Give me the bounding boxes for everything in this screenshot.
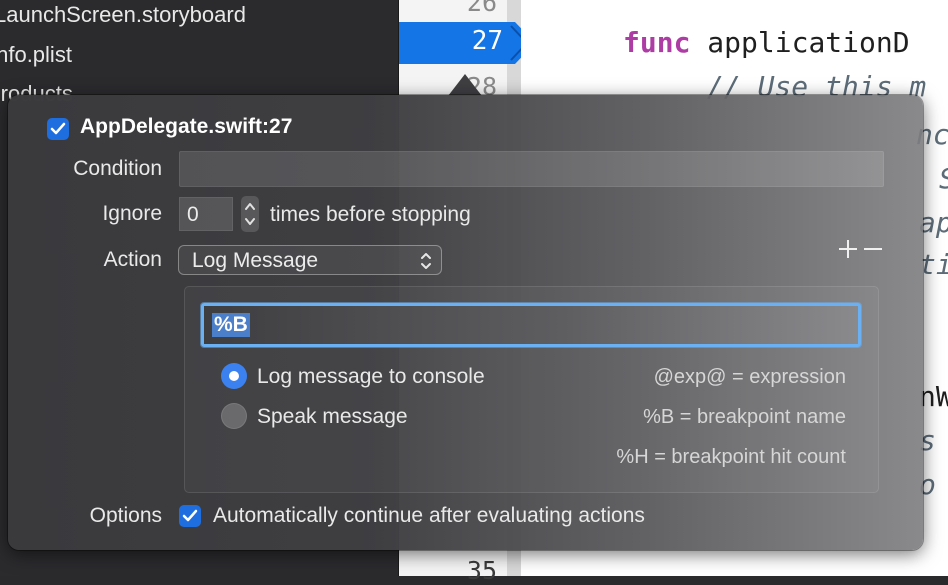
popover-arrow [448, 74, 482, 96]
log-to-console-radio[interactable] [221, 363, 247, 389]
auto-continue-checkbox[interactable] [179, 505, 201, 527]
log-to-console-label[interactable]: Log message to console [257, 365, 485, 389]
code-fragment: ap [919, 206, 948, 239]
radio-selected-dot [229, 371, 239, 381]
code-keyword: func [623, 26, 691, 59]
action-label: Action [103, 248, 162, 271]
breakpoint-title: AppDelegate.swift:27 [80, 115, 293, 138]
line-number: 35 [466, 556, 497, 585]
ignore-count-input[interactable]: 0 [179, 197, 233, 231]
ignore-label: Ignore [102, 202, 162, 225]
minus-icon[interactable] [861, 237, 885, 261]
code-fragment: S [939, 162, 948, 195]
hint-expression: @exp@ = expression [653, 366, 846, 388]
navigator-item-launchscreen[interactable]: LaunchScreen.storyboard [0, 2, 246, 28]
auto-continue-label[interactable]: Automatically continue after evaluating … [213, 504, 645, 528]
ignore-suffix-label: times before stopping [270, 203, 471, 226]
log-message-input[interactable]: %B [201, 303, 861, 347]
speak-message-label[interactable]: Speak message [257, 405, 408, 429]
hint-breakpoint-name: %B = breakpoint name [643, 406, 846, 428]
code-fragment: ti [919, 248, 948, 281]
code-function-name: applicationD [690, 26, 910, 59]
hint-hit-count: %H = breakpoint hit count [616, 446, 846, 468]
condition-label: Condition [73, 157, 162, 180]
stepper-icon [245, 203, 255, 225]
action-type-select[interactable]: Log Message [178, 245, 442, 275]
options-label: Options [89, 504, 162, 527]
navigator-item-info-plist[interactable]: Info.plist [0, 42, 72, 68]
chevron-up-down-icon [421, 253, 431, 269]
current-line-number: 27 [471, 26, 503, 56]
breakpoint-editor-popover: AppDelegate.swift:27 Condition Ignore 0 … [8, 95, 923, 550]
action-type-value: Log Message [192, 249, 319, 272]
line-number: 26 [466, 0, 497, 17]
checkmark-icon [182, 509, 198, 522]
code-fragment: nW [919, 380, 948, 413]
ignore-count-stepper[interactable] [241, 196, 259, 232]
code-line: func applicationD [623, 26, 910, 59]
condition-input[interactable] [179, 151, 884, 187]
breakpoint-marker[interactable]: 27 [399, 22, 535, 64]
plus-icon[interactable] [836, 237, 860, 261]
action-detail-panel: %B Log message to console Speak message … [184, 286, 879, 493]
breakpoint-marker-icon [399, 22, 535, 64]
speak-message-radio[interactable] [221, 403, 247, 429]
breakpoint-enabled-checkbox[interactable] [47, 118, 69, 140]
log-message-text: %B [212, 313, 250, 337]
checkmark-icon [50, 122, 66, 135]
